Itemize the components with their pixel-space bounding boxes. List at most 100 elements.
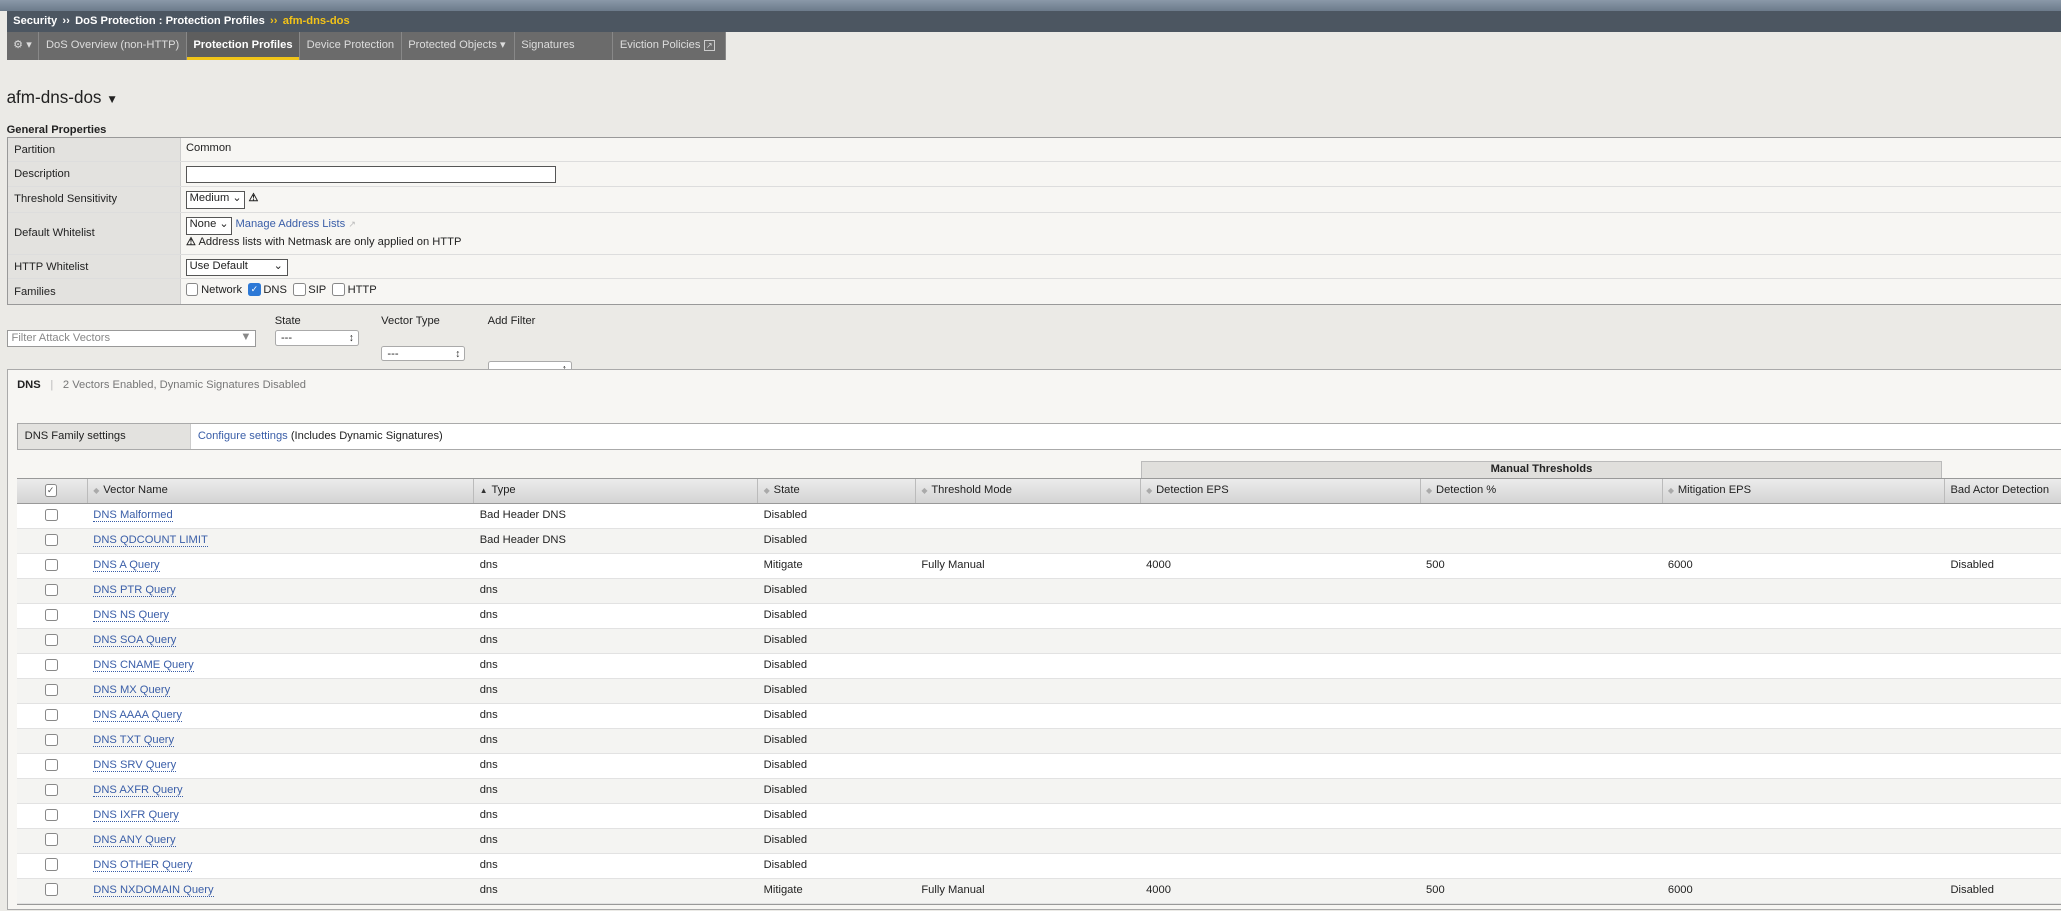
row-checkbox[interactable] <box>17 854 88 878</box>
family-network-checkbox[interactable]: Network <box>185 283 242 296</box>
vector-name-link[interactable]: DNS IXFR Query <box>93 808 179 822</box>
row-checkbox[interactable] <box>17 729 88 753</box>
table-row: DNS OTHER Query dns Disabled <box>17 853 2061 879</box>
external-link-icon[interactable]: ↗ <box>348 219 356 229</box>
vector-name-link[interactable]: DNS NS Query <box>93 608 169 622</box>
row-checkbox[interactable] <box>17 504 88 528</box>
sensitivity-label: Threshold Sensitivity <box>7 187 181 212</box>
state-cell: Disabled <box>763 509 808 522</box>
checkbox-label: SIP <box>308 283 327 296</box>
vector-name-link[interactable]: DNS QDCOUNT LIMIT <box>93 534 208 548</box>
bad-actor-cell <box>1945 804 2061 828</box>
state-cell: Disabled <box>763 584 808 596</box>
state-filter-select[interactable]: --- <box>274 329 359 347</box>
state-cell: Disabled <box>763 658 808 671</box>
state-cell: Disabled <box>763 708 808 721</box>
vector-name-link[interactable]: DNS TXT Query <box>93 733 175 747</box>
row-checkbox[interactable] <box>17 779 88 803</box>
http-whitelist-select[interactable]: Use Default ⌄ <box>185 258 288 277</box>
vector-name-link[interactable]: DNS ANY Query <box>93 833 176 847</box>
row-checkbox[interactable] <box>17 579 88 603</box>
vector-name-link[interactable]: DNS OTHER Query <box>93 858 193 872</box>
family-sip-checkbox[interactable]: SIP <box>293 283 327 296</box>
col-state[interactable]: ◆ State <box>758 479 917 504</box>
row-checkbox[interactable] <box>17 879 88 903</box>
tab-protection-profiles[interactable]: Protection Profiles <box>186 31 301 61</box>
row-checkbox[interactable] <box>17 804 88 828</box>
breadcrumb-security[interactable]: Security <box>13 15 57 27</box>
family-http-checkbox[interactable]: HTTP <box>332 283 377 296</box>
configure-note: (Includes Dynamic Signatures) <box>287 430 443 443</box>
threshold-mode-cell <box>916 654 1141 678</box>
tab-device-protection[interactable]: Device Protection <box>300 31 402 61</box>
state-cell: Mitigate <box>763 559 803 572</box>
mitigation-eps-cell <box>1663 729 1946 753</box>
threshold-mode-cell <box>916 604 1141 628</box>
detection-eps-cell <box>1141 779 1421 803</box>
whitelist-select[interactable]: None ⌄ <box>185 216 233 235</box>
page-title[interactable]: afm-dns-dos ▼ <box>7 88 118 108</box>
bad-actor-cell <box>1945 629 2061 653</box>
vector-name-link[interactable]: DNS CNAME Query <box>93 658 194 672</box>
mitigation-eps-cell <box>1663 679 1946 703</box>
mitigation-eps-cell <box>1663 504 1946 528</box>
configure-settings-link[interactable]: Configure settings <box>198 430 288 442</box>
sort-icon: ◆ <box>763 486 770 496</box>
col-detection-pct[interactable]: ◆ Detection % <box>1421 479 1663 504</box>
vector-name-link[interactable]: DNS PTR Query <box>93 584 176 597</box>
tab-dos-overview[interactable]: DoS Overview (non-HTTP) <box>39 31 187 61</box>
col-bad-actor[interactable]: Bad Actor Detection <box>1945 479 2061 503</box>
row-checkbox[interactable] <box>17 679 88 703</box>
select-all-checkbox[interactable]: ✓ <box>17 479 89 504</box>
vector-name-link[interactable]: DNS SOA Query <box>93 633 177 647</box>
state-cell: Mitigate <box>763 883 803 896</box>
description-input[interactable] <box>185 166 557 183</box>
family-name: DNS <box>17 378 41 391</box>
vector-type-filter-select[interactable]: --- <box>381 345 466 362</box>
tab-signatures[interactable]: Signatures <box>515 31 614 61</box>
row-checkbox[interactable] <box>17 554 88 578</box>
family-dns-checkbox[interactable]: ✓ DNS <box>248 283 287 296</box>
tab-protected-objects[interactable]: Protected Objects ▾ <box>402 31 515 61</box>
table-row: DNS Malformed Bad Header DNS Disabled <box>17 504 2061 530</box>
detection-pct-cell: 500 <box>1426 559 1445 572</box>
tab-label: Signatures <box>521 38 575 51</box>
threshold-mode-cell <box>916 704 1141 728</box>
bad-actor-cell <box>1945 654 2061 678</box>
vector-name-link[interactable]: DNS MX Query <box>93 683 171 697</box>
col-threshold-mode[interactable]: ◆ Threshold Mode <box>916 479 1141 504</box>
type-cell: dns <box>479 883 498 896</box>
sort-icon: ◆ <box>1426 486 1433 496</box>
type-cell: dns <box>479 808 498 821</box>
vector-name-link[interactable]: DNS Malformed <box>93 509 173 523</box>
bad-actor-cell <box>1945 704 2061 728</box>
vector-name-link[interactable]: DNS A Query <box>93 559 160 573</box>
row-checkbox[interactable] <box>17 704 88 728</box>
vector-name-link[interactable]: DNS SRV Query <box>93 758 177 772</box>
row-checkbox[interactable] <box>17 604 88 628</box>
state-cell: Disabled <box>763 534 808 547</box>
vector-name-link[interactable]: DNS AAAA Query <box>93 708 182 722</box>
vector-name-link[interactable]: DNS NXDOMAIN Query <box>93 883 214 897</box>
breadcrumb-dos[interactable]: DoS Protection : Protection Profiles <box>75 15 265 27</box>
description-label: Description <box>7 162 181 186</box>
detection-pct-cell <box>1421 829 1663 853</box>
row-checkbox[interactable] <box>17 529 88 553</box>
col-vector-name[interactable]: ◆ Vector Name <box>88 479 475 504</box>
col-detection-eps[interactable]: ◆ Detection EPS <box>1141 479 1421 504</box>
breadcrumb-sep: ›› <box>62 14 70 27</box>
row-checkbox[interactable] <box>17 754 88 778</box>
row-checkbox[interactable] <box>17 829 88 853</box>
col-type[interactable]: ▲ Type <box>474 479 759 504</box>
tab-eviction-policies[interactable]: Eviction Policies ↗ <box>613 31 727 61</box>
filter-vectors-input[interactable]: Filter Attack Vectors ▼ <box>6 329 257 347</box>
row-checkbox[interactable] <box>17 654 88 678</box>
vector-name-link[interactable]: DNS AXFR Query <box>93 783 183 797</box>
caret-down-icon[interactable]: ▼ <box>106 92 118 106</box>
col-mitigation-eps[interactable]: ◆ Mitigation EPS <box>1663 479 1946 504</box>
threshold-mode-cell <box>916 579 1141 603</box>
row-checkbox[interactable] <box>17 629 88 653</box>
manage-address-lists-link[interactable]: Manage Address Lists <box>235 218 345 230</box>
gear-menu-button[interactable]: ⚙ ▾ <box>7 31 40 61</box>
sensitivity-select[interactable]: Medium ⌄ <box>185 190 246 209</box>
